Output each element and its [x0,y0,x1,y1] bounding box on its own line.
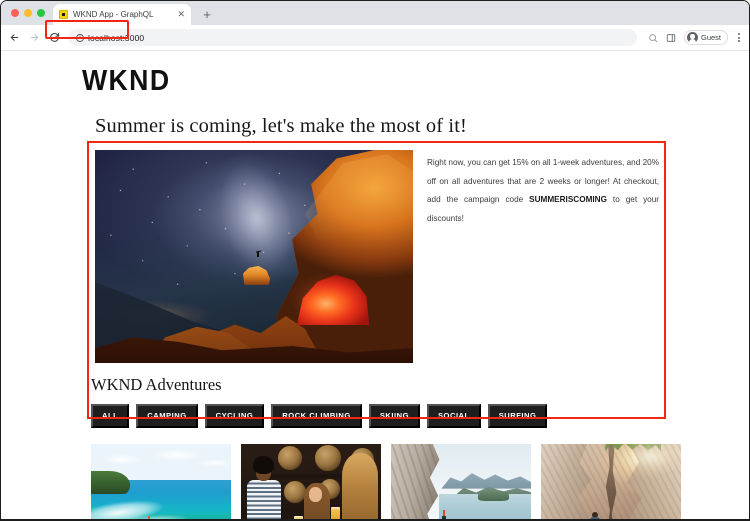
back-icon[interactable] [8,32,21,43]
filter-button-all[interactable]: ALL [91,404,130,428]
new-tab-button[interactable]: + [197,4,217,24]
adventure-card[interactable] [241,443,381,520]
filter-button-social[interactable]: SOCIAL [426,404,481,428]
hero-section: Summer is coming, let's make the most of… [1,106,749,363]
promo-code: SUMMERISCOMING [529,195,607,205]
adventures-title: WKND Adventures [91,375,222,394]
profile-label: Guest [700,33,721,42]
page-viewport: WKND Summer is coming, let's make the mo… [1,51,749,520]
filter-button-rock-climbing[interactable]: ROCK CLIMBING [271,404,362,428]
filter-button-surfing[interactable]: SURFING [487,404,548,428]
viewport-bottom-edge [1,519,749,520]
window-controls [9,1,53,25]
wknd-favicon-icon [59,10,68,19]
url-text: localhost:3000 [88,32,145,43]
adventure-card[interactable] [541,443,681,520]
avatar [686,32,698,44]
adventure-card-grid [89,428,749,520]
adventure-card[interactable] [91,443,231,520]
close-tab-icon[interactable]: ✕ [177,10,185,19]
address-bar[interactable]: localhost:3000 [68,29,637,46]
filter-button-cycling[interactable]: CYCLING [204,404,265,428]
site-logo[interactable]: WKND [1,51,689,106]
chrome-menu-icon[interactable] [736,33,742,42]
toolbar-right-actions: Guest [644,30,742,45]
hero-body: Right now, you can get 15% on all 1-week… [89,150,665,363]
card3-island [477,490,509,502]
search-icon[interactable] [648,33,658,43]
filter-button-skiing[interactable]: SKIING [368,404,420,428]
hero-headline: Summer is coming, let's make the most of… [95,115,467,137]
forward-icon[interactable] [28,32,41,43]
card4-sun-flare [541,443,681,520]
site-info-icon[interactable] [76,32,84,42]
minimize-window-button[interactable] [24,9,32,17]
card2-person-right [342,452,379,520]
hair [342,452,379,520]
maximize-window-button[interactable] [37,9,45,17]
image-grain [95,150,413,363]
climber-icon [441,510,446,520]
card2-person-left [246,456,281,520]
hero-image [95,150,413,363]
side-panel-icon[interactable] [666,33,676,43]
face [309,487,322,503]
tab-title: WKND App - GraphQL [73,10,154,19]
adventures-section: WKND Adventures ALL CAMPING CYCLING ROCK… [1,363,749,520]
striped-shirt [246,480,281,520]
card2-person-middle [304,483,330,520]
hair [252,456,274,475]
browser-toolbar: localhost:3000 Guest [1,25,749,51]
filter-button-camping[interactable]: CAMPING [136,404,198,428]
browser-tab[interactable]: WKND App - GraphQL ✕ [53,4,191,25]
browser-window: WKND App - GraphQL ✕ + localhost:3000 [0,0,750,521]
barrel-icon [313,443,342,472]
tab-strip: WKND App - GraphQL ✕ + [1,1,749,25]
close-window-button[interactable] [11,9,19,17]
reload-icon[interactable] [48,32,61,43]
adventure-card[interactable] [391,443,531,520]
omnibox-wrap: localhost:3000 [68,29,637,46]
adventure-filter-bar: ALL CAMPING CYCLING ROCK CLIMBING SKIING… [89,404,749,428]
hero-copy: Right now, you can get 15% on all 1-week… [427,150,665,363]
profile-chip[interactable]: Guest [683,30,728,45]
